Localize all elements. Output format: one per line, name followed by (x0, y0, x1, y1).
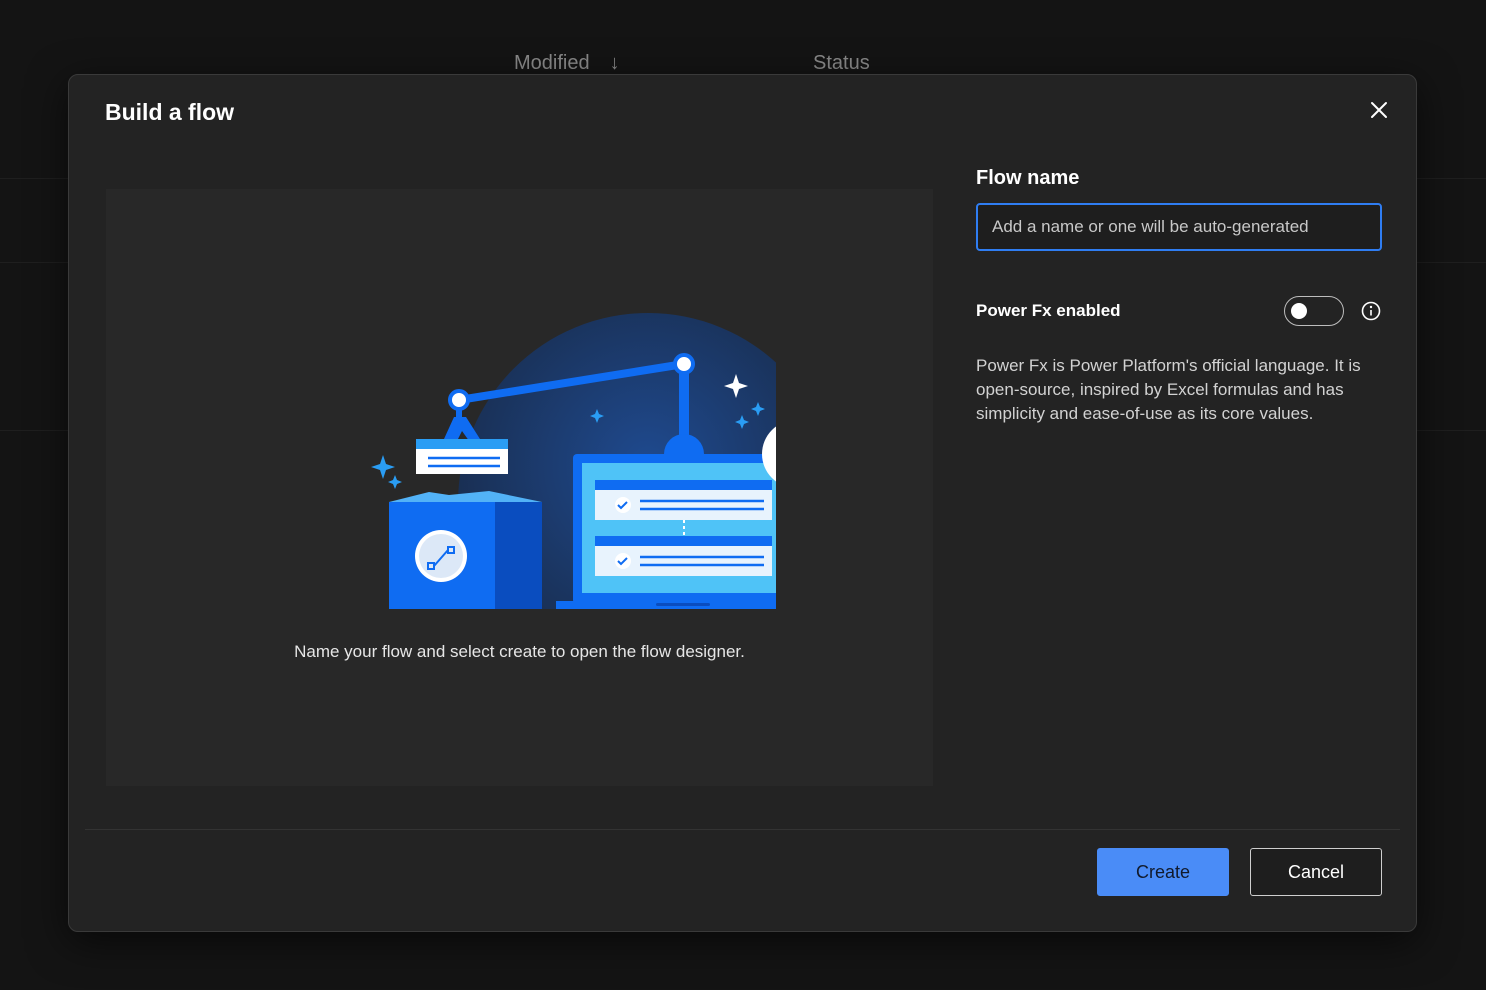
flow-name-label: Flow name (976, 167, 1080, 189)
build-flow-dialog: Build a flow Name your flow and select c… (68, 74, 1417, 932)
power-fx-row: Power Fx enabled (976, 296, 1382, 326)
flow-name-input[interactable] (976, 203, 1382, 251)
footer-divider (85, 829, 1400, 830)
cancel-button[interactable]: Cancel (1250, 848, 1382, 896)
column-header-label: Modified (514, 52, 590, 74)
toggle-knob (1291, 303, 1307, 319)
create-button[interactable]: Create (1097, 848, 1229, 896)
dialog-title: Build a flow (105, 99, 235, 125)
info-icon[interactable] (1360, 300, 1382, 322)
power-fx-label: Power Fx enabled (976, 301, 1121, 320)
power-fx-toggle[interactable] (1284, 296, 1344, 326)
column-header-label: Status (813, 52, 870, 74)
power-fx-description: Power Fx is Power Platform's official la… (976, 356, 1361, 423)
illustration-caption: Name your flow and select create to open… (294, 642, 745, 661)
column-header-modified[interactable]: Modified ↓ (514, 52, 620, 75)
flow-box (389, 491, 542, 609)
carried-card (416, 439, 508, 474)
flow-form: Flow name Power Fx enabled Power Fx is P… (976, 167, 1382, 426)
illustration-panel: Name your flow and select create to open… (106, 189, 933, 786)
close-button[interactable] (1364, 95, 1394, 125)
arrow-down-icon: ↓ (609, 52, 620, 74)
flow-designer-illustration (371, 313, 776, 609)
close-icon (1371, 102, 1387, 118)
laptop (556, 454, 776, 609)
column-header-status[interactable]: Status (813, 52, 870, 75)
